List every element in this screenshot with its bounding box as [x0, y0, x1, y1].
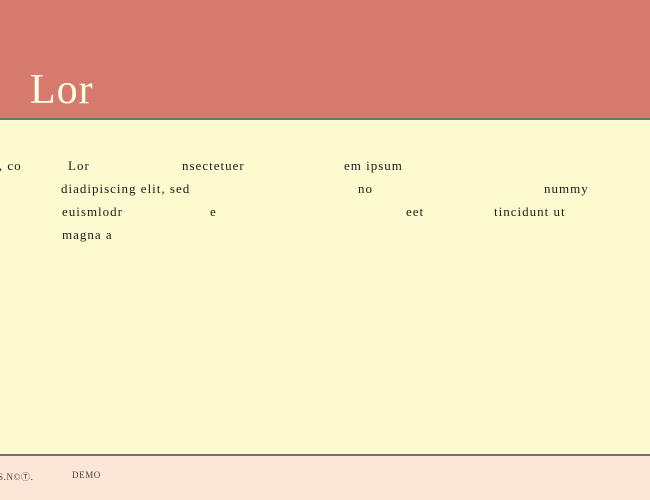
header: Lor: [0, 0, 650, 118]
body-text-fragment: net, co: [0, 154, 22, 178]
body-text-fragment: diadipiscing elit, sed: [61, 177, 190, 201]
page-title: Lor: [30, 66, 94, 114]
body-text-fragment: nsectetuer: [182, 154, 245, 178]
content-area: net, co Lor nsectetuer em ipsum diadipis…: [0, 120, 650, 454]
body-text-fragment: em ipsum: [344, 154, 403, 178]
body-text-fragment: magna a: [62, 223, 113, 247]
body-text-fragment: euismlodr: [62, 200, 123, 224]
footer-demo-label: DEMO: [72, 470, 101, 480]
footer-credit: S.N©Ⓣ.: [0, 470, 33, 483]
body-text-fragment: no: [358, 177, 373, 201]
body-text-fragment: tincidunt ut: [494, 200, 566, 224]
body-text-fragment: eet: [406, 200, 424, 224]
body-text-fragment: e: [210, 200, 217, 224]
body-text-fragment: nummy: [544, 177, 589, 201]
body-text-fragment: Lor: [68, 154, 90, 178]
footer: S.N©Ⓣ. DEMO: [0, 456, 650, 500]
